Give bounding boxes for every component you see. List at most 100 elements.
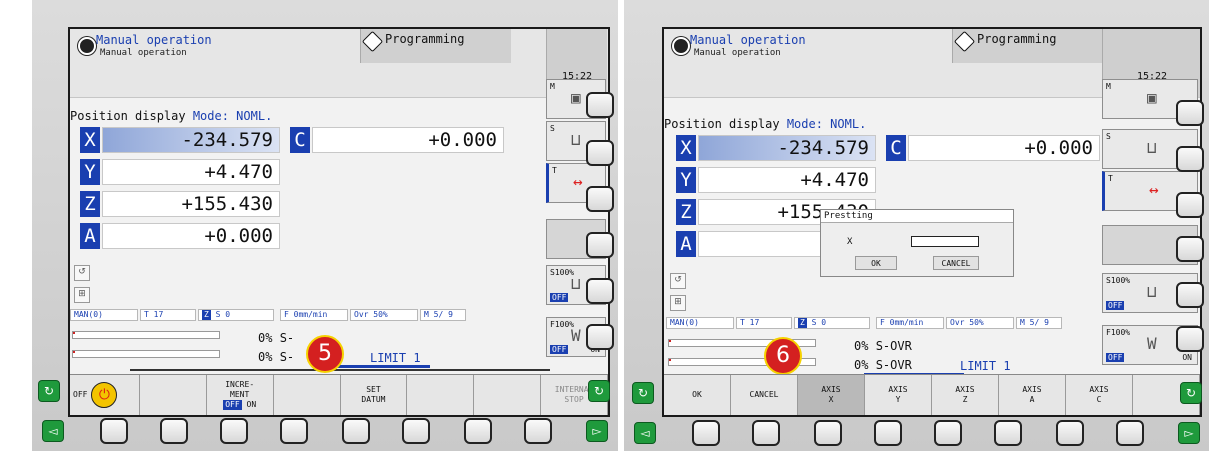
right-screen: Manual operation Manual operation Progra…: [662, 27, 1202, 417]
bottom-button-7[interactable]: [1056, 420, 1084, 446]
bottom-button-2[interactable]: [160, 418, 188, 444]
limit-label: LIMIT 1: [370, 351, 421, 365]
right-softkey-row: OK CANCEL AXIS X AXIS Y AXIS Z AXIS A AX…: [664, 374, 1200, 415]
programming-icon: [953, 30, 976, 53]
side-button-4[interactable]: [1176, 236, 1204, 262]
axis-row-c: C +0.000: [886, 135, 1100, 161]
softkey-increment[interactable]: INCRE- MENT OFF ON: [206, 375, 274, 415]
axis-row-z: Z +155.430: [80, 191, 280, 217]
side-button-4[interactable]: [586, 232, 614, 258]
cycle-left-button[interactable]: ↻: [632, 382, 654, 404]
bottom-button-3[interactable]: [814, 420, 842, 446]
bottom-button-6[interactable]: [402, 418, 430, 444]
bottom-button-5[interactable]: [934, 420, 962, 446]
bottom-button-4[interactable]: [874, 420, 902, 446]
side-button-5[interactable]: [586, 278, 614, 304]
mode-subtitle: Manual operation: [694, 48, 781, 58]
manual-mode-icon: [78, 37, 96, 55]
softkey-axis-a[interactable]: AXIS A: [999, 375, 1066, 415]
bottom-button-5[interactable]: [342, 418, 370, 444]
axis-value-x: -234.579: [698, 135, 876, 161]
programming-tab[interactable]: Programming: [952, 29, 1103, 63]
mode-title: Manual operation: [96, 33, 212, 47]
tool-table-icon[interactable]: ⊞: [74, 287, 90, 303]
manual-mode-icon: [672, 37, 690, 55]
axis-row-y: Y +4.470: [80, 159, 280, 185]
limit-label: LIMIT 1: [960, 359, 1011, 373]
softkey-set-datum[interactable]: SET DATUM: [340, 375, 408, 415]
position-display-label: Position display Mode: NOML.: [70, 109, 273, 123]
programming-icon: [361, 30, 384, 53]
axis-value-a: +0.000: [102, 223, 280, 249]
bottom-button-3[interactable]: [220, 418, 248, 444]
bottom-button-2[interactable]: [752, 420, 780, 446]
side-button-6[interactable]: [586, 324, 614, 350]
side-button-5[interactable]: [1176, 282, 1204, 308]
side-button-2[interactable]: [586, 140, 614, 166]
side-button-1[interactable]: [1176, 100, 1204, 126]
bottom-button-6[interactable]: [994, 420, 1022, 446]
bottom-button-1[interactable]: [692, 420, 720, 446]
refresh-icon[interactable]: ↺: [74, 265, 90, 281]
cycle-right-button[interactable]: ↻: [1180, 382, 1202, 404]
bottom-button-8[interactable]: [1116, 420, 1144, 446]
axis-value-z: +155.430: [102, 191, 280, 217]
softkey-3[interactable]: [273, 375, 341, 415]
softkey-axis-z[interactable]: AXIS Z: [932, 375, 999, 415]
side-button-6[interactable]: [1176, 326, 1204, 352]
side-button-3[interactable]: [1176, 192, 1204, 218]
bottom-button-1[interactable]: [100, 418, 128, 444]
softkey-off[interactable]: OFF ⏻: [70, 375, 140, 415]
position-display-label: Position display Mode: NOML.: [664, 117, 867, 131]
dialog-field-label: X: [847, 237, 853, 247]
status-bar: MAN(0) T 17 Z S 0 F 0mm/min Ovr 50% M 5/…: [666, 317, 1136, 330]
programming-tab[interactable]: Programming: [360, 29, 511, 63]
cycle-left-button[interactable]: ↻: [38, 380, 60, 402]
side-button-1[interactable]: [586, 92, 614, 118]
softkey-axis-y[interactable]: AXIS Y: [865, 375, 932, 415]
status-bar: MAN(0) T 17 Z S 0 F 0mm/min Ovr 50% M 5/…: [70, 309, 540, 322]
step-badge: 5: [306, 335, 344, 373]
softkey-ok[interactable]: OK: [664, 375, 731, 415]
nav-left-button[interactable]: ◅: [42, 420, 64, 442]
side-button-3[interactable]: [586, 186, 614, 212]
right-control-panel: Δ Manual operation Manual operation Prog…: [624, 0, 1209, 451]
axis-row-c: C +0.000: [290, 127, 504, 153]
left-screen: Manual operation Manual operation Progra…: [68, 27, 610, 417]
override-row-1: 0% S-: [258, 331, 295, 345]
emergency-icon: ⏻: [91, 382, 118, 408]
dialog-x-input[interactable]: [911, 236, 979, 247]
mode-subtitle: Manual operation: [100, 48, 187, 58]
axis-row-x: X -234.579: [676, 135, 876, 161]
tool-table-icon[interactable]: ⊞: [670, 295, 686, 311]
axis-row-a: A +0.000: [80, 223, 280, 249]
dialog-title: Prestting: [821, 210, 1013, 223]
nav-left-button[interactable]: ◅: [634, 422, 656, 444]
override-bar-1: [72, 331, 220, 339]
left-header: Manual operation Manual operation Progra…: [70, 29, 608, 98]
side-button-2[interactable]: [1176, 146, 1204, 172]
softkey-5[interactable]: [407, 375, 475, 415]
nav-right-button[interactable]: ▻: [586, 420, 608, 442]
dialog-cancel-button[interactable]: CANCEL: [933, 256, 979, 270]
axis-value-y: +4.470: [698, 167, 876, 193]
presetting-dialog: Prestting X OK CANCEL: [820, 209, 1014, 277]
left-softkey-row: OFF ⏻ INCRE- MENT OFF ON SET DATUM INTER…: [70, 374, 608, 415]
nav-right-button[interactable]: ▻: [1178, 422, 1200, 444]
softkey-axis-x[interactable]: AXIS X: [798, 375, 865, 415]
step-badge: 6: [764, 337, 802, 375]
bottom-button-7[interactable]: [464, 418, 492, 444]
bottom-button-8[interactable]: [524, 418, 552, 444]
cycle-right-button[interactable]: ↻: [588, 380, 610, 402]
softkey-cancel[interactable]: CANCEL: [731, 375, 798, 415]
softkey-6[interactable]: [474, 375, 542, 415]
softkey-axis-c[interactable]: AXIS C: [1066, 375, 1133, 415]
softkey-1[interactable]: [139, 375, 207, 415]
bottom-button-4[interactable]: [280, 418, 308, 444]
override-bar-2: [72, 350, 220, 358]
refresh-icon[interactable]: ↺: [670, 273, 686, 289]
progress-indicator: [330, 365, 430, 368]
override-row-2: 0% S-: [258, 350, 295, 364]
axis-value-x: -234.579: [102, 127, 280, 153]
dialog-ok-button[interactable]: OK: [855, 256, 897, 270]
